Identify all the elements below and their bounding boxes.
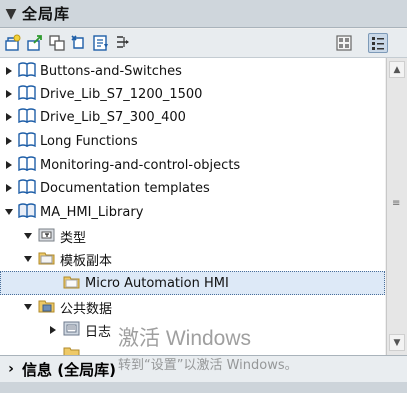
book-icon: [18, 178, 36, 198]
library-view-button[interactable]: [368, 33, 388, 53]
tree-item-label: Documentation templates: [40, 180, 210, 196]
tree-item-label: 类型: [60, 230, 87, 246]
expand-caret-icon[interactable]: [3, 135, 15, 147]
expand-caret-icon[interactable]: [3, 111, 15, 123]
book-icon: [18, 84, 36, 104]
new-library-button[interactable]: [3, 33, 23, 53]
tree-item-master-copies[interactable]: 模板副本: [0, 247, 385, 271]
library-tree: Buttons-and-Switches Drive_Lib_S7_1200_1…: [0, 58, 385, 355]
close-library-icon: [71, 35, 84, 49]
tree-item-common-data[interactable]: 公共数据: [0, 295, 385, 319]
update-button[interactable]: [91, 33, 111, 53]
tree-item-label: 模板副本: [60, 253, 113, 269]
open-library-icon: [27, 35, 42, 51]
library-panel-header[interactable]: ▼ 全局库: [0, 0, 407, 28]
tree-item-label: Drive_Lib_S7_1200_1500: [40, 86, 203, 102]
folder-icon: [63, 344, 81, 355]
expand-caret-icon[interactable]: [3, 182, 15, 194]
book-icon: [18, 61, 36, 81]
library-settings-button[interactable]: [334, 33, 354, 53]
info-panel-title: 信息 (全局库): [22, 360, 116, 379]
expand-caret-icon[interactable]: [3, 159, 15, 171]
update-icon: [93, 35, 108, 51]
library-settings-icon: [336, 35, 352, 51]
tree-item-label: Long Functions: [40, 133, 138, 149]
tree-item-buttons-and-switches[interactable]: Buttons-and-Switches: [0, 59, 385, 83]
tree-item-log[interactable]: 日志: [0, 318, 385, 342]
tree-item-long-functions[interactable]: Long Functions: [0, 129, 385, 153]
tree-item-label: MA_HMI_Library: [40, 204, 144, 220]
expand-caret-icon[interactable]: [3, 88, 15, 100]
open-library-button[interactable]: [25, 33, 45, 53]
tree-item-monitoring-and-control-objects[interactable]: Monitoring-and-control-objects: [0, 153, 385, 177]
tree-item-label: 公共数据: [60, 301, 113, 317]
expand-caret-icon[interactable]: [3, 65, 15, 77]
panel-title: 全局库: [22, 5, 71, 23]
export-icon: [117, 36, 129, 48]
book-icon: [18, 155, 36, 175]
book-icon: [18, 131, 36, 151]
tree-item-label: 日志: [85, 324, 112, 340]
expand-caret-icon[interactable]: [47, 324, 59, 336]
scroll-grip-icon[interactable]: ≡: [392, 198, 400, 209]
export-button[interactable]: [113, 33, 133, 53]
tree-item-label: Monitoring-and-control-objects: [40, 157, 241, 173]
scroll-down-button[interactable]: ▼: [389, 334, 405, 351]
log-icon: [63, 320, 81, 340]
collapse-caret-icon[interactable]: [3, 206, 15, 218]
tree-item-label: Micro Automation HMI: [85, 275, 229, 291]
tree-item-partial: [0, 342, 385, 355]
collapse-chevron-icon[interactable]: ▼: [0, 6, 22, 22]
tree-item-drive-lib-1200-1500[interactable]: Drive_Lib_S7_1200_1500: [0, 82, 385, 106]
tree-item-drive-lib-300-400[interactable]: Drive_Lib_S7_300_400: [0, 105, 385, 129]
folder-icon: [63, 273, 81, 293]
library-toolbar: [0, 29, 407, 58]
folder-icon: [38, 249, 56, 269]
tree-item-types[interactable]: 类型: [0, 224, 385, 248]
tree-item-ma-hmi-library[interactable]: MA_HMI_Library: [0, 200, 385, 224]
bottom-strip: [0, 382, 407, 393]
tree-item-micro-automation-hmi[interactable]: Micro Automation HMI: [0, 271, 385, 295]
save-library-icon: [49, 35, 65, 51]
collapse-caret-icon[interactable]: [22, 230, 34, 242]
close-library-button[interactable]: [69, 33, 89, 53]
library-view-icon: [372, 37, 384, 50]
tree-item-documentation-templates[interactable]: Documentation templates: [0, 176, 385, 200]
info-panel-header[interactable]: › 信息 (全局库): [0, 355, 407, 382]
tree-scrollbar[interactable]: ▲ ≡ ▼: [386, 58, 407, 355]
scroll-up-button[interactable]: ▲: [389, 61, 405, 78]
collapse-caret-icon[interactable]: [22, 301, 34, 313]
tree-item-label: Buttons-and-Switches: [40, 63, 182, 79]
new-library-icon: [5, 34, 21, 51]
common-data-folder-icon: [38, 297, 56, 317]
expand-chevron-icon[interactable]: ›: [0, 361, 22, 377]
collapse-caret-icon[interactable]: [22, 253, 34, 265]
tree-item-label: Drive_Lib_S7_300_400: [40, 109, 186, 125]
book-icon: [18, 107, 36, 127]
save-library-button[interactable]: [47, 33, 67, 53]
book-open-icon: [18, 202, 36, 222]
types-folder-icon: [38, 226, 56, 246]
